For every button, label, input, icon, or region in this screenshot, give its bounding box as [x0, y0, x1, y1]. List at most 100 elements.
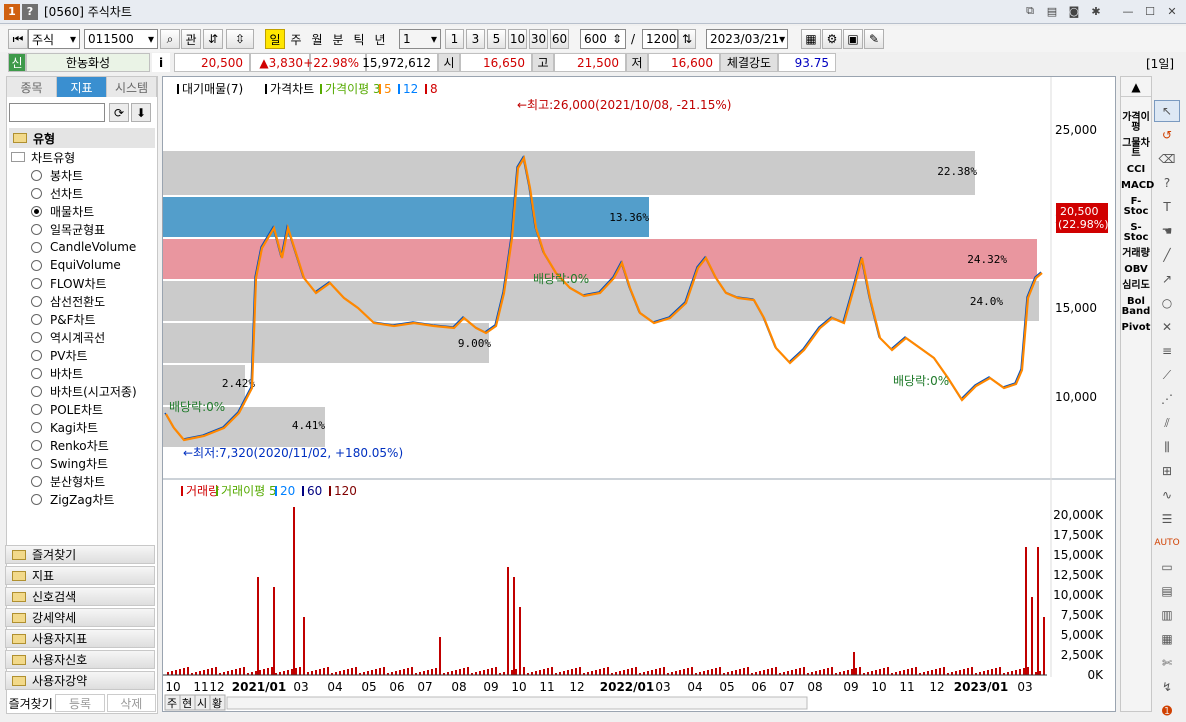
chart-type-item[interactable]: 선차트	[31, 184, 83, 202]
radio-icon[interactable]	[31, 385, 42, 397]
tab-0[interactable]: 종목	[7, 77, 57, 97]
period-tab[interactable]: [1일]	[1146, 55, 1174, 72]
bottom-button-2[interactable]: 삭제	[106, 694, 156, 712]
gann-icon[interactable]: ⟋	[1154, 364, 1180, 386]
type-group-header[interactable]: 유형	[9, 128, 155, 148]
period-4[interactable]: 틱	[349, 29, 369, 49]
apply-icon[interactable]: ⇅	[678, 29, 696, 49]
radio-icon[interactable]	[31, 241, 42, 253]
grid-icon[interactable]: ⊞	[1154, 460, 1180, 482]
page-icon[interactable]: ▤	[1154, 580, 1180, 602]
compare-icon[interactable]: ▦	[1154, 628, 1180, 650]
radio-icon[interactable]	[31, 205, 42, 217]
maximize-icon[interactable]: ☐	[1142, 3, 1158, 19]
radio-icon[interactable]	[31, 349, 42, 361]
accordion-item[interactable]: 사용자신호	[5, 650, 155, 669]
period-5[interactable]: 년	[370, 29, 390, 49]
bottom-button-1[interactable]: 등록	[55, 694, 105, 712]
indicator-shortcut[interactable]: 가격이평	[1121, 113, 1151, 133]
tab-1[interactable]: 지표	[57, 77, 107, 97]
chart-type-item[interactable]: ZigZag차트	[31, 490, 114, 508]
chart-type-item[interactable]: FLOW차트	[31, 274, 107, 292]
download-icon[interactable]: ⬇	[131, 103, 151, 122]
link-icon[interactable]: ⧉	[1022, 3, 1038, 19]
indicator-shortcut[interactable]: 그물차트	[1121, 139, 1151, 159]
close-icon[interactable]: ✕	[1164, 3, 1180, 19]
chart-icon[interactable]: ▥	[1154, 604, 1180, 626]
undo-icon[interactable]: ↺	[1154, 124, 1180, 146]
indicator-shortcut[interactable]: OBV	[1121, 265, 1151, 275]
compare-icon[interactable]: ⇵	[203, 29, 223, 49]
minimize-icon[interactable]: —	[1120, 3, 1136, 19]
chart-type-item[interactable]: 매물차트	[31, 202, 94, 220]
price-volume-chart[interactable]: 22.38%13.36%24.32%24.0%9.00%2.42%4.41%대기…	[163, 77, 1115, 711]
text-icon[interactable]: T	[1154, 196, 1180, 218]
chart-type-item[interactable]: 분산형차트	[31, 472, 105, 490]
wave-icon[interactable]: ∿	[1154, 484, 1180, 506]
chart-type-item[interactable]: 바차트	[31, 364, 83, 382]
radio-icon[interactable]	[31, 169, 42, 181]
interval-button-5[interactable]: 5	[487, 29, 506, 49]
window-icon[interactable]: ▭	[1154, 556, 1180, 578]
radio-icon[interactable]	[31, 223, 42, 235]
refresh-icon[interactable]: ⟳	[109, 103, 129, 122]
indicator-shortcut[interactable]: Pivot	[1121, 323, 1151, 333]
date-select[interactable]: 2023/03/21 ▾	[706, 29, 788, 49]
accordion-item[interactable]: 사용자지표	[5, 629, 155, 648]
interval-button-1[interactable]: 1	[445, 29, 464, 49]
indicator-shortcut[interactable]: Bol Band	[1121, 297, 1151, 317]
radio-icon[interactable]	[31, 457, 42, 469]
bottom-button-0[interactable]: 즐겨찾기	[7, 693, 54, 713]
save-icon[interactable]: ▣	[843, 29, 863, 49]
fan-icon[interactable]: ⋰	[1154, 388, 1180, 410]
tab-2[interactable]: 시스템	[107, 77, 157, 97]
camera-icon[interactable]: ◙	[1066, 3, 1082, 19]
alert-icon[interactable]: ➊	[1154, 700, 1180, 722]
info-icon[interactable]: i	[152, 53, 170, 72]
save-icon[interactable]: ▤	[1044, 3, 1060, 19]
chart-type-item[interactable]: Swing차트	[31, 454, 108, 472]
accordion-item[interactable]: 즐겨찾기	[5, 545, 155, 564]
chart-type-item[interactable]: Renko차트	[31, 436, 109, 454]
market-select[interactable]: 주식 ▾	[28, 29, 80, 49]
chart-area[interactable]: 22.38% 13.36% 24.32% 24.0% 9.00% 2.42% 4.41% 대기…	[162, 76, 1116, 712]
indicator-shortcut[interactable]: CCI	[1121, 165, 1151, 175]
interval-button-3[interactable]: 3	[466, 29, 485, 49]
stepper-icon[interactable]: ⇳	[226, 29, 254, 49]
prev-stock-icon[interactable]: ⏮	[8, 29, 28, 49]
line-icon[interactable]: ╱	[1154, 244, 1180, 266]
interval-select[interactable]: 1 ▾	[399, 29, 441, 49]
search-icon[interactable]: ⌕	[160, 29, 180, 49]
total-input[interactable]: 1200	[642, 29, 678, 49]
hand-icon[interactable]: ☚	[1154, 220, 1180, 242]
code-input[interactable]: 011500 ▾	[84, 29, 158, 49]
radio-icon[interactable]	[31, 367, 42, 379]
chart-type-item[interactable]: 봉차트	[31, 166, 83, 184]
period-2[interactable]: 월	[307, 29, 327, 49]
chart-type-item[interactable]: CandleVolume	[31, 238, 136, 256]
settings-icon[interactable]: ✱	[1088, 3, 1104, 19]
screen-number-badge[interactable]: 1	[4, 3, 20, 20]
chart-type-item[interactable]: 일목균형표	[31, 220, 105, 238]
period-0[interactable]: 일	[265, 29, 285, 49]
price-icon[interactable]: ↯	[1154, 676, 1180, 698]
chart-settings-icon[interactable]: ▦	[801, 29, 821, 49]
indicator-shortcut[interactable]: F-Stoc	[1121, 197, 1151, 217]
chart-type-item[interactable]: P&F차트	[31, 310, 96, 328]
question-icon[interactable]: ?	[1154, 172, 1180, 194]
chart-type-item[interactable]: POLE차트	[31, 400, 103, 418]
accordion-item[interactable]: 사용자강약	[5, 671, 155, 690]
chart-type-item[interactable]: EquiVolume	[31, 256, 121, 274]
chart-type-item[interactable]: Kagi차트	[31, 418, 98, 436]
cursor-icon[interactable]: ↖	[1154, 100, 1180, 122]
interval-button-30[interactable]: 30	[529, 29, 548, 49]
indicator-shortcut[interactable]: 거래량	[1121, 249, 1151, 259]
scroll-down-icon[interactable]	[1121, 97, 1151, 107]
scroll-up-icon[interactable]: ▲	[1121, 77, 1151, 97]
circle-icon[interactable]: ○	[1154, 292, 1180, 314]
bars-icon[interactable]: ⫼	[1154, 436, 1180, 458]
radio-icon[interactable]	[31, 475, 42, 487]
radio-icon[interactable]	[31, 277, 42, 289]
radio-icon[interactable]	[31, 331, 42, 343]
chart-type-folder[interactable]: 차트유형	[11, 148, 75, 166]
